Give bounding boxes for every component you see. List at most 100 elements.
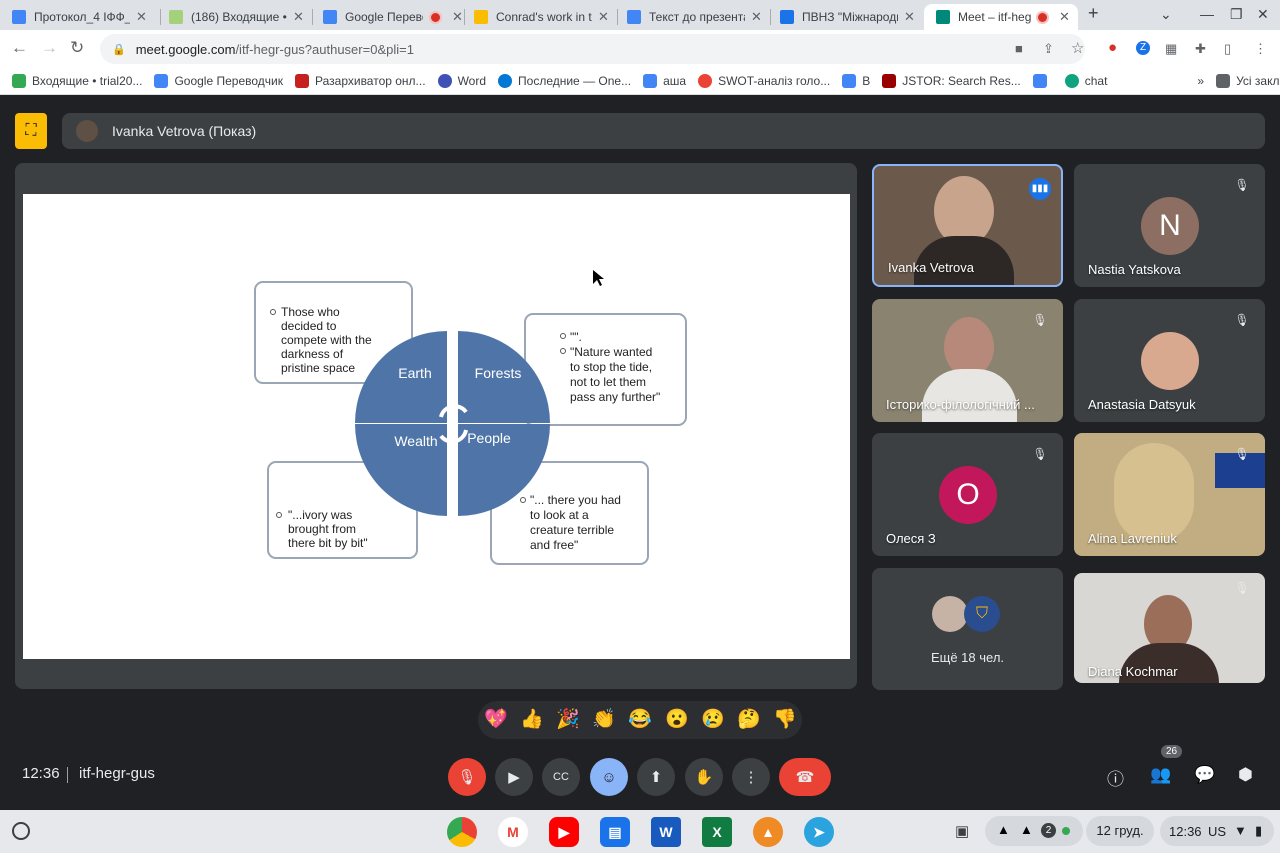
tab-protocol[interactable]: Протокол_4 ІФФ_2 ✕ xyxy=(0,4,160,30)
gmail-icon[interactable]: M xyxy=(498,817,528,847)
raise-hand-button[interactable]: ✋ xyxy=(685,758,723,796)
notification-count: 2 xyxy=(1041,823,1056,838)
quote-line: to stop the tide, xyxy=(570,360,652,374)
extension-z-icon[interactable]: Z xyxy=(1136,41,1150,55)
tab-meet[interactable]: Meet – itf-hegr ✕ xyxy=(924,4,1078,30)
camera-icon[interactable]: ■ xyxy=(1015,41,1023,56)
extension-icon[interactable]: ▦ xyxy=(1165,41,1177,57)
clipboard-icon[interactable]: ▣ xyxy=(955,822,969,840)
reaction-laugh[interactable]: 😂 xyxy=(628,707,652,731)
meeting-details-icon[interactable]: ⓘ xyxy=(1107,765,1124,790)
quote-line: pass any further" xyxy=(570,390,660,404)
present-button[interactable]: ⬆ xyxy=(637,758,675,796)
status-area[interactable]: 12:36 US ▼ ▮ xyxy=(1160,816,1274,846)
bookmark-jstor[interactable]: JSTOR: Search Res... xyxy=(882,74,1021,88)
participant-tile[interactable]: 🎙︎ Anastasia Datsyuk xyxy=(1074,299,1265,422)
puzzle-icon[interactable]: ✚ xyxy=(1195,41,1206,57)
reaction-thumbs-down[interactable]: 👎 xyxy=(773,707,797,731)
telegram-icon[interactable]: ➤ xyxy=(804,817,834,847)
youtube-icon[interactable]: ▶ xyxy=(549,817,579,847)
quote-line: there bit by bit" xyxy=(288,536,368,550)
people-icon[interactable]: 👥 xyxy=(1150,765,1171,785)
close-window-icon[interactable]: ✕ xyxy=(1257,6,1269,23)
menu-icon[interactable]: ⋮ xyxy=(1254,41,1267,57)
reaction-party[interactable]: 🎉 xyxy=(556,707,580,731)
extension-opera-icon[interactable]: ● xyxy=(1108,39,1117,56)
participant-tile[interactable]: O 🎙︎ Олеся З xyxy=(872,433,1063,556)
tab-text[interactable]: Текст до презентації ✕ xyxy=(615,4,770,30)
avatar xyxy=(76,120,98,142)
participant-tile[interactable]: ▮▮▮ Ivanka Vetrova xyxy=(872,164,1063,287)
quote-line: creature terrible xyxy=(530,523,614,537)
quote-line: "". xyxy=(570,330,582,344)
reactions-button[interactable]: ☺ xyxy=(590,758,628,796)
tab-conrad[interactable]: Conrad's work in th ✕ xyxy=(462,4,617,30)
address-bar[interactable]: 🔒 meet.google.com/itf-hegr-gus?authuser=… xyxy=(100,34,1085,64)
bookmark-chat[interactable]: chat xyxy=(1064,74,1107,88)
reaction-sad[interactable]: 😢 xyxy=(701,707,725,731)
side-panel-icon[interactable]: ▯ xyxy=(1224,41,1231,57)
bookmark-swot[interactable]: SWOT-аналіз голо... xyxy=(698,74,830,88)
camera-button[interactable]: ▶ xyxy=(495,758,533,796)
more-participants-tile[interactable]: ⛉ Ещё 18 чел. xyxy=(872,568,1063,690)
bookmark-star-icon[interactable]: ☆ xyxy=(1071,39,1084,57)
participant-tile[interactable]: 🎙︎ Історико-філологічний ... xyxy=(872,299,1063,422)
date-pill[interactable]: 12 груд. xyxy=(1086,816,1154,846)
bookmark-onedrive[interactable]: Последние — One... xyxy=(498,74,631,88)
reaction-thinking[interactable]: 🤔 xyxy=(737,707,761,731)
avatar: ⛉ xyxy=(964,596,1000,632)
excel-icon[interactable]: X xyxy=(702,817,732,847)
reaction-thumbs-up[interactable]: 👍 xyxy=(520,707,544,731)
share-icon[interactable]: ⇪ xyxy=(1043,41,1054,57)
all-bookmarks[interactable]: Усі закладки xyxy=(1216,74,1280,88)
mic-off-button[interactable]: 🎙︎ xyxy=(448,758,486,796)
files-icon[interactable]: ▤ xyxy=(600,817,630,847)
more-bookmarks-button[interactable]: » xyxy=(1197,74,1204,88)
participant-tile[interactable]: 🎙︎ Diana Kochmar xyxy=(1074,573,1265,683)
notification-tray[interactable]: ▲ ▲ 2 xyxy=(985,816,1083,846)
reaction-surprised[interactable]: 😮 xyxy=(665,707,689,731)
close-icon[interactable]: ✕ xyxy=(1059,9,1070,25)
reaction-heart[interactable]: 💖 xyxy=(484,707,508,731)
bookmark-word[interactable]: Word xyxy=(437,74,486,88)
tab-search-icon[interactable]: ⌄ xyxy=(1160,6,1172,23)
bookmark-unarchiver[interactable]: Разархиватор онл... xyxy=(295,74,426,88)
minimize-icon[interactable]: — xyxy=(1200,6,1214,22)
bookmark-docs[interactable] xyxy=(1032,74,1053,88)
back-icon[interactable]: ← xyxy=(11,38,28,58)
quadrant-label: Wealth xyxy=(394,433,437,449)
more-options-button[interactable]: ⋮ xyxy=(732,758,770,796)
meeting-time: 12:36 xyxy=(22,765,60,782)
vlc-icon[interactable]: ▲ xyxy=(753,817,783,847)
tab-translate[interactable]: Google Переводчик ✕ xyxy=(311,4,464,30)
reaction-clap[interactable]: 👏 xyxy=(592,707,616,731)
lock-icon[interactable]: 🔒 xyxy=(112,43,126,56)
chrome-icon[interactable] xyxy=(447,817,477,847)
close-icon[interactable]: ✕ xyxy=(751,9,762,25)
maximize-icon[interactable]: ❐ xyxy=(1230,6,1243,23)
new-tab-button[interactable]: + xyxy=(1088,3,1099,24)
bookmark-inbox[interactable]: Входящие • trial20... xyxy=(12,74,142,88)
bookmark-translate[interactable]: Google Переводчик xyxy=(154,74,283,88)
reload-icon[interactable]: ↻ xyxy=(70,38,84,58)
activities-icon[interactable]: ⬢ xyxy=(1238,765,1253,785)
word-icon[interactable]: W xyxy=(651,817,681,847)
bookmark-v[interactable]: В xyxy=(842,74,870,88)
battery-icon: ▮ xyxy=(1255,823,1263,838)
tab-university[interactable]: ПВНЗ "Міжнародний ✕ xyxy=(768,4,926,30)
quote-line: "... there you had xyxy=(530,493,621,507)
chat-icon[interactable]: 💬 xyxy=(1194,765,1215,785)
captions-button[interactable]: CC xyxy=(542,758,580,796)
bookmark-asha[interactable]: аша xyxy=(643,74,686,88)
close-icon[interactable]: ✕ xyxy=(293,9,304,25)
close-icon[interactable]: ✕ xyxy=(136,9,147,25)
tab-inbox[interactable]: (186) Входящие • t ✕ xyxy=(157,4,312,30)
close-icon[interactable]: ✕ xyxy=(904,9,915,25)
participant-tile[interactable]: N 🎙︎ Nastia Yatskova xyxy=(1074,164,1265,287)
forward-icon[interactable]: → xyxy=(41,38,58,58)
stop-presenting-icon[interactable]: ⛶ xyxy=(15,113,47,149)
leave-call-button[interactable]: ☎ xyxy=(779,758,831,796)
close-icon[interactable]: ✕ xyxy=(598,9,609,25)
participant-tile[interactable]: 🎙︎ Alina Lavreniuk xyxy=(1074,433,1265,556)
launcher-icon[interactable] xyxy=(12,822,30,840)
